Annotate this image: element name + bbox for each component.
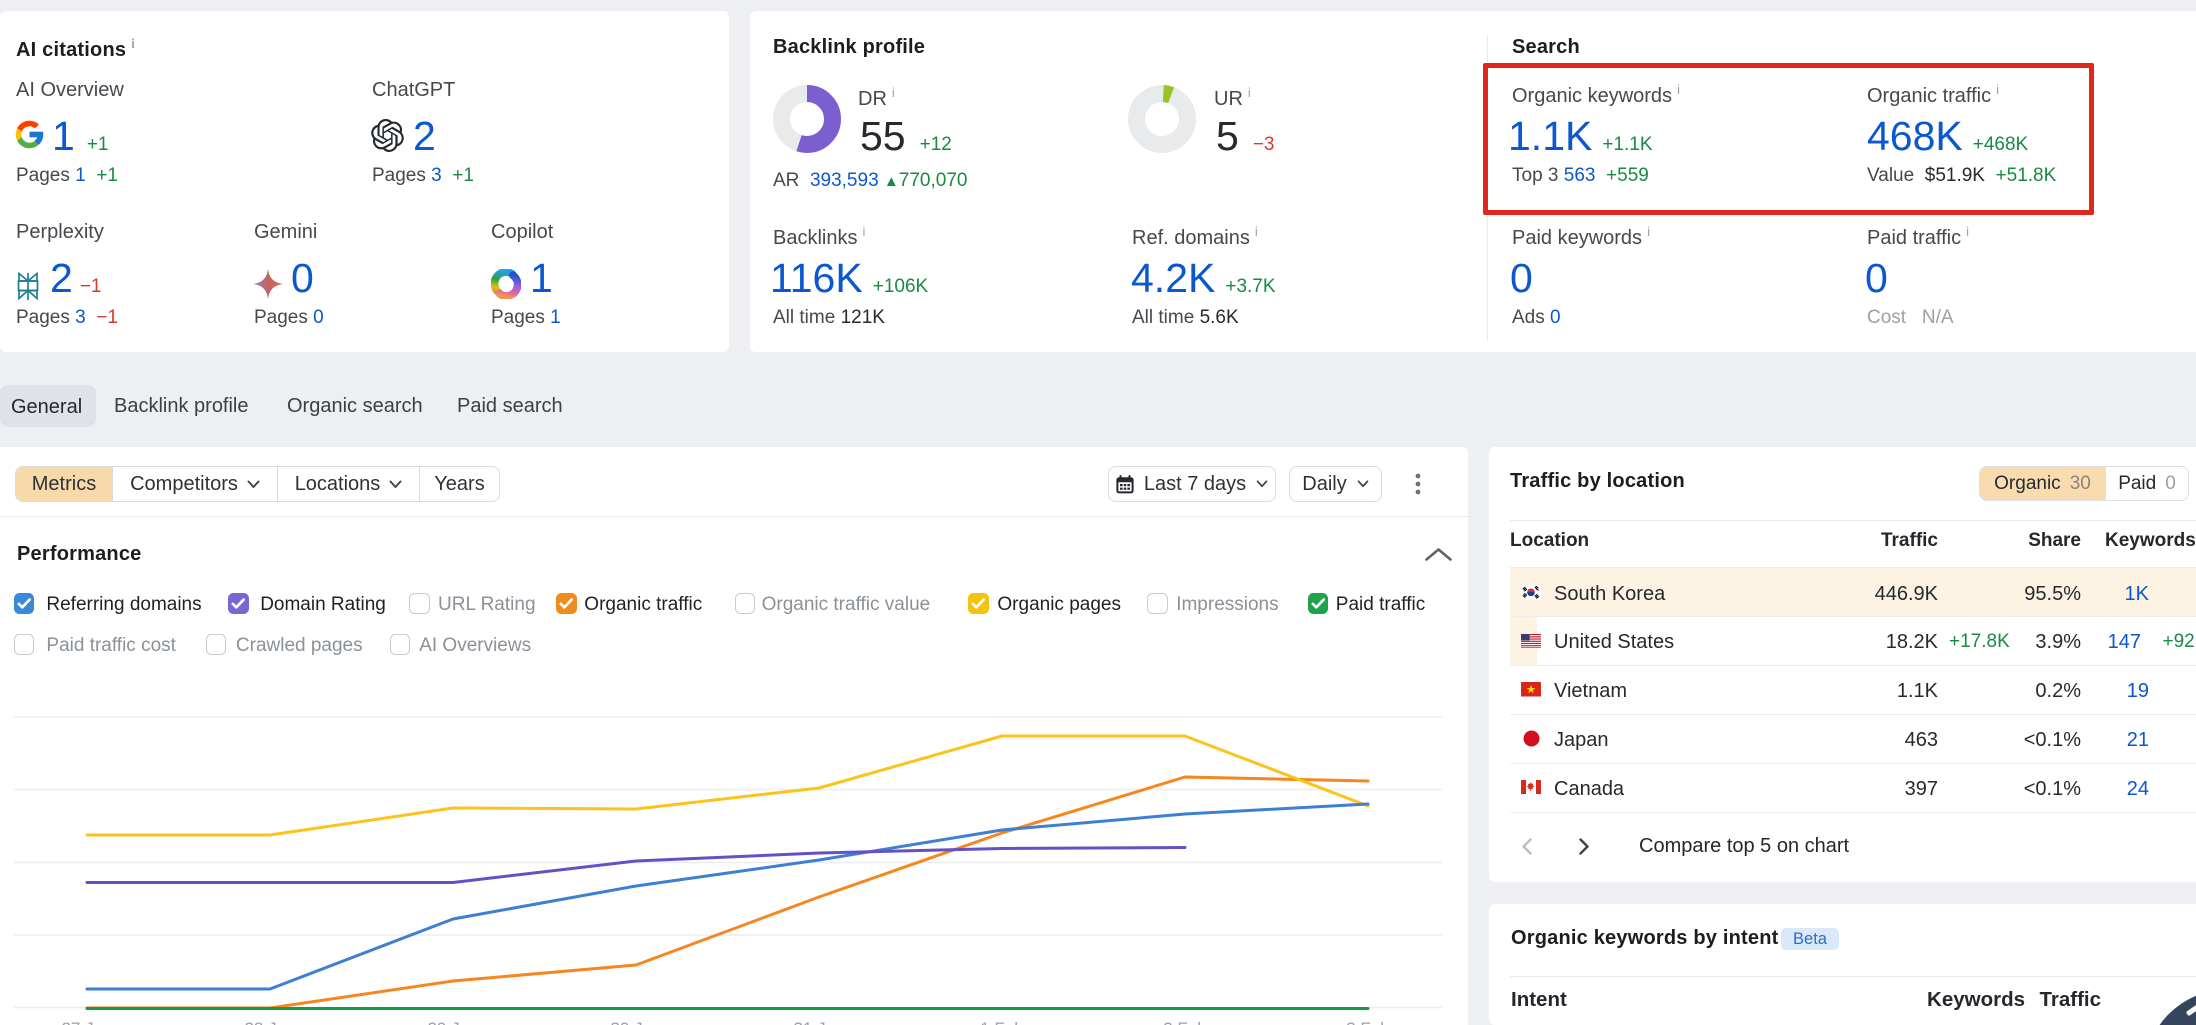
- svg-text:29 Jan: 29 Jan: [427, 1019, 478, 1025]
- svg-text:27 Jan: 27 Jan: [61, 1019, 112, 1025]
- svg-text:28 Jan: 28 Jan: [244, 1019, 295, 1025]
- svg-text:1 Feb: 1 Feb: [980, 1019, 1023, 1025]
- svg-text:3 Feb: 3 Feb: [1346, 1019, 1389, 1025]
- svg-text:31 Jan: 31 Jan: [793, 1019, 844, 1025]
- svg-text:2 Feb: 2 Feb: [1163, 1019, 1206, 1025]
- svg-text:30 Jan: 30 Jan: [610, 1019, 661, 1025]
